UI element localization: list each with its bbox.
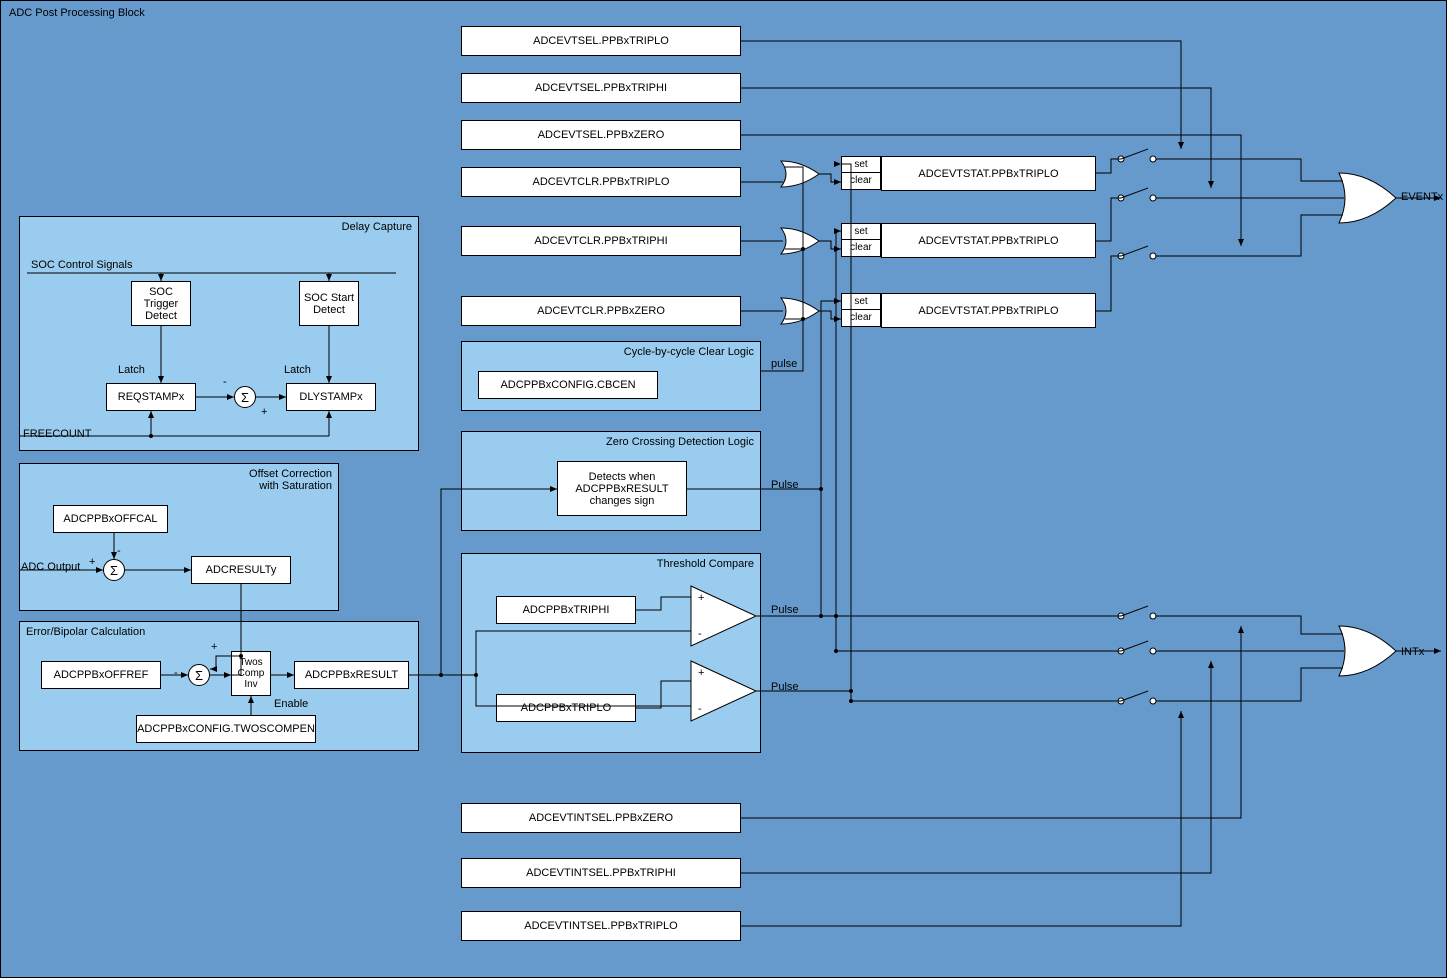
clear-cell: clear: [841, 173, 881, 190]
soc-trigger-box: SOC Trigger Detect: [131, 281, 191, 326]
delay-capture-block: Delay Capture: [19, 216, 419, 451]
set-cell: set: [841, 223, 881, 240]
reg-evtclr-triplo: ADCEVTCLR.PPBxTRIPLO: [461, 167, 741, 197]
reg-evtsel-triphi: ADCEVTSEL.PPBxTRIPHI: [461, 73, 741, 103]
plus-error: +: [211, 641, 217, 653]
plus-delay: +: [261, 406, 267, 418]
soc-start-box: SOC Start Detect: [299, 281, 359, 326]
setclear-1: set clear: [841, 156, 881, 190]
reg-evtstat3: ADCEVTSTAT.PPBxTRIPLO: [881, 293, 1096, 328]
summer-delay: Σ: [234, 386, 256, 408]
cycle-clear-title: Cycle-by-cycle Clear Logic: [624, 346, 754, 358]
error-calc-title: Error/Bipolar Calculation: [26, 626, 145, 638]
clear-cell: clear: [841, 310, 881, 327]
reg-evtsel-zero: ADCEVTSEL.PPBxZERO: [461, 120, 741, 150]
cbcen-box: ADCPPBxCONFIG.CBCEN: [478, 371, 658, 399]
summer-offset: Σ: [103, 559, 125, 581]
soc-signals-label: SOC Control Signals: [31, 259, 133, 271]
latch-label-1: Latch: [118, 364, 145, 376]
zero-cross-desc-box: Detects when ADCPPBxRESULT changes sign: [557, 461, 687, 516]
plus-offset: +: [89, 556, 95, 568]
adc-output-label: ADC Output: [21, 561, 80, 573]
summer-error: Σ: [188, 664, 210, 686]
delay-capture-title: Delay Capture: [342, 221, 412, 233]
eventx-label: EVENTx: [1401, 191, 1443, 203]
threshold-title: Threshold Compare: [657, 558, 754, 570]
reg-evtsel-triplo: ADCEVTSEL.PPBxTRIPLO: [461, 26, 741, 56]
intx-label: INTx: [1401, 646, 1424, 658]
set-cell: set: [841, 293, 881, 310]
twos-box: Twos Comp Inv: [231, 651, 271, 696]
minus-error: -: [174, 667, 178, 679]
clear-cell: clear: [841, 240, 881, 257]
reg-intsel-triplo: ADCEVTINTSEL.PPBxTRIPLO: [461, 911, 741, 941]
cycle-pulse-label: pulse: [771, 358, 797, 370]
thresh-pulse1: Pulse: [771, 604, 799, 616]
offcal-box: ADCPPBxOFFCAL: [53, 505, 168, 533]
reg-evtstat2: ADCEVTSTAT.PPBxTRIPLO: [881, 223, 1096, 258]
enable-label: Enable: [274, 698, 308, 710]
minus-delay: -: [223, 376, 227, 388]
thresh-pulse2: Pulse: [771, 681, 799, 693]
adcresult-box: ADCRESULTy: [191, 556, 291, 584]
diagram-canvas: ADC Post Processing Block ADCEVTSEL.PPBx…: [0, 0, 1447, 978]
reg-evtclr-zero: ADCEVTCLR.PPBxZERO: [461, 296, 741, 326]
setclear-3: set clear: [841, 293, 881, 327]
ppbresult-box: ADCPPBxRESULT: [294, 661, 409, 689]
minus-offset: -: [117, 545, 121, 557]
reqstamp-box: REQSTAMPx: [106, 383, 196, 411]
reg-evtclr-triphi: ADCEVTCLR.PPBxTRIPHI: [461, 226, 741, 256]
reg-intsel-triphi: ADCEVTINTSEL.PPBxTRIPHI: [461, 858, 741, 888]
set-cell: set: [841, 156, 881, 173]
zero-pulse-label: Pulse: [771, 479, 799, 491]
setclear-2: set clear: [841, 223, 881, 257]
offref-box: ADCPPBxOFFREF: [41, 661, 161, 689]
triplo-box: ADCPPBxTRIPLO: [496, 694, 636, 722]
zero-cross-title: Zero Crossing Detection Logic: [606, 436, 754, 448]
latch-label-2: Latch: [284, 364, 311, 376]
reg-intsel-zero: ADCEVTINTSEL.PPBxZERO: [461, 803, 741, 833]
reg-evtstat1: ADCEVTSTAT.PPBxTRIPLO: [881, 156, 1096, 191]
freecount-label: FREECOUNT: [23, 428, 91, 440]
offset-corr-block: Offset Correction with Saturation: [19, 463, 339, 611]
offset-corr-title: Offset Correction with Saturation: [232, 468, 332, 492]
main-title: ADC Post Processing Block: [9, 7, 145, 19]
triphi-box: ADCPPBxTRIPHI: [496, 596, 636, 624]
twoscompen-box: ADCPPBxCONFIG.TWOSCOMPEN: [136, 715, 316, 743]
threshold-block: Threshold Compare: [461, 553, 761, 753]
dlystamp-box: DLYSTAMPx: [286, 383, 376, 411]
